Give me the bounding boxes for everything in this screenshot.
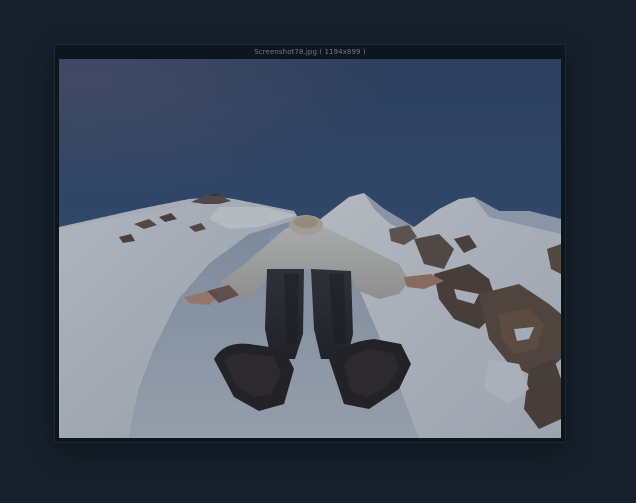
- image-title: Screenshot78.jpg ( 1194x899 ): [254, 48, 366, 56]
- image-viewer-window: Screenshot78.jpg ( 1194x899 ): [55, 45, 565, 442]
- photo-image[interactable]: [59, 59, 561, 438]
- photo-canvas: [59, 59, 561, 438]
